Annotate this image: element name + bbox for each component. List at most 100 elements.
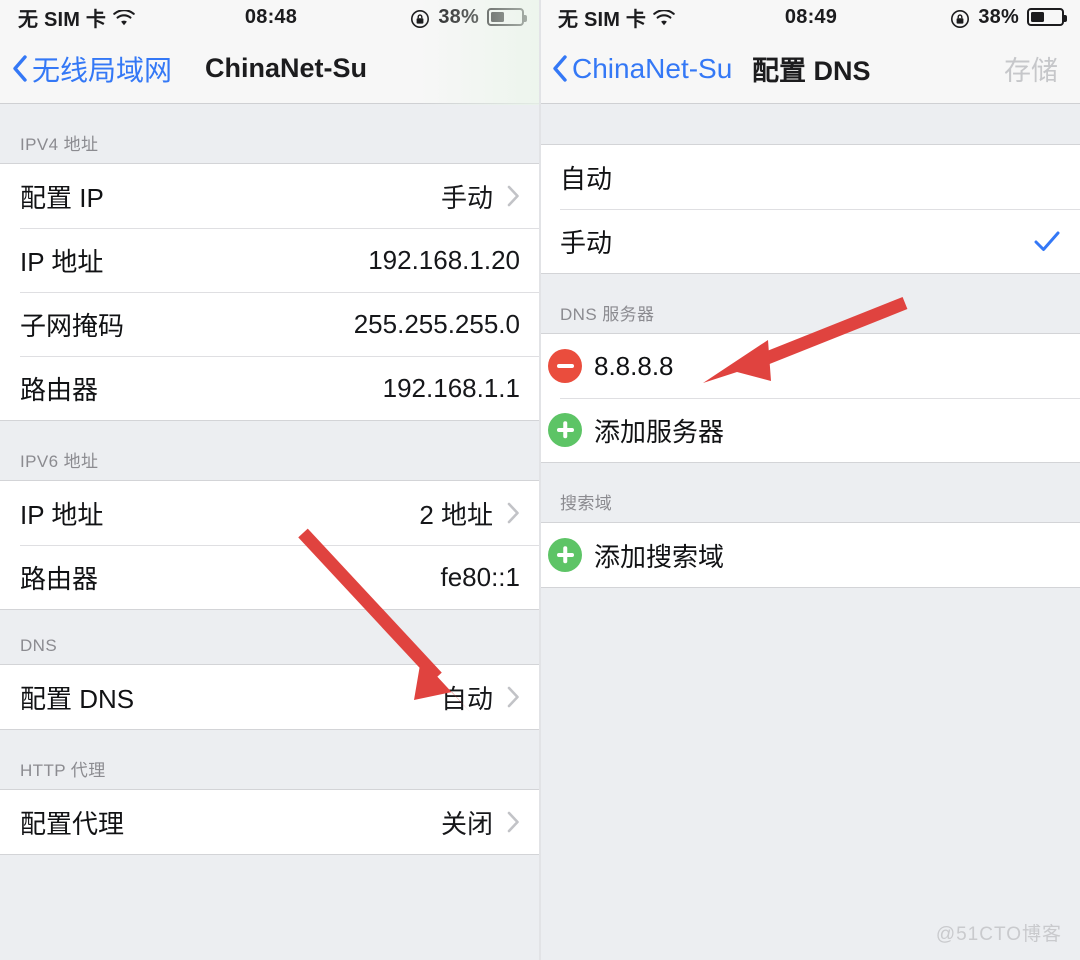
rotation-lock-icon — [950, 9, 970, 29]
row-label: 配置 DNS — [20, 683, 135, 714]
row-label: 配置 IP — [20, 182, 104, 213]
row-right: fe80::1 — [440, 562, 520, 593]
row-configure-dns[interactable]: 配置 DNS 自动 — [0, 665, 540, 729]
row-right: 关闭 — [441, 804, 520, 841]
row-label: IP 地址 — [20, 499, 104, 530]
panel-divider — [539, 0, 541, 960]
row-label: 自动 — [560, 163, 613, 194]
row-value: 手动 — [440, 182, 493, 213]
carrier-label: 无 SIM 卡 — [558, 8, 647, 31]
section-header-dns-servers: DNS 服务器 — [540, 274, 1080, 333]
watermark: @51CTO博客 — [935, 924, 1062, 945]
configure-dns-list: 自动 手动 DNS 服务器 8.8.8.8 添加服务器 搜索域 添加搜索域 — [540, 104, 1080, 588]
row-right: 自动 — [441, 679, 520, 716]
section-header-dns: DNS — [0, 610, 540, 664]
row-value: 自动 — [440, 683, 493, 714]
dns-server-address: 8.8.8.8 — [594, 350, 674, 381]
dns-mode-group: 自动 手动 — [540, 144, 1080, 274]
battery-percent-label: 38% — [438, 5, 479, 28]
chevron-right-icon — [507, 185, 520, 207]
row-right: 255.255.255.0 — [354, 309, 520, 340]
dns-servers-group: 8.8.8.8 添加服务器 — [540, 333, 1080, 463]
status-bar-clock: 08:48 — [244, 5, 298, 28]
section-header-ipv4: IPV4 地址 — [0, 104, 540, 163]
add-search-domain-label: 添加搜索域 — [594, 541, 725, 572]
status-bar-left: 无 SIM 卡 — [18, 3, 208, 32]
status-bar-left: 无 SIM 卡 — [558, 3, 748, 32]
section-group-ipv4: 配置 IP 手动 IP 地址 192.168.1.20 子网掩码 255.255… — [0, 163, 540, 421]
wifi-icon — [113, 8, 135, 27]
section-group-dns: 配置 DNS 自动 — [0, 664, 540, 730]
row-label: 路由器 — [20, 563, 99, 594]
back-button[interactable]: ChinaNet-Su — [540, 53, 732, 85]
row-value: fe80::1 — [440, 561, 520, 592]
navigation-bar: ChinaNet-Su 配置 DNS 存储 — [540, 34, 1080, 104]
section-header-ipv6: IPV6 地址 — [0, 421, 540, 480]
option-manual[interactable]: 手动 — [540, 209, 1080, 273]
carrier-label: 无 SIM 卡 — [18, 8, 107, 31]
back-button-label: ChinaNet-Su — [572, 52, 733, 84]
row-ipv6-address[interactable]: IP 地址 2 地址 — [0, 481, 540, 545]
row-value: 192.168.1.20 — [368, 244, 520, 275]
plus-circle-icon[interactable] — [548, 538, 594, 572]
navigation-bar: 无线局域网 ChinaNet-Su — [0, 34, 540, 104]
top-spacer — [540, 104, 1080, 144]
row-ipv6-router[interactable]: 路由器 fe80::1 — [0, 545, 540, 609]
row-label: 路由器 — [20, 374, 99, 405]
row-label: 子网掩码 — [20, 310, 125, 341]
page-title: ChinaNet-Su — [205, 53, 367, 83]
row-value: 255.255.255.0 — [353, 308, 520, 339]
add-server-button[interactable]: 添加服务器 — [540, 398, 1080, 462]
section-header-search-domains: 搜索域 — [540, 463, 1080, 522]
row-label: IP 地址 — [20, 246, 104, 277]
section-header-http-proxy: HTTP 代理 — [0, 730, 540, 789]
chevron-left-icon — [552, 55, 568, 82]
row-router[interactable]: 路由器 192.168.1.1 — [0, 356, 540, 420]
battery-icon — [1027, 8, 1067, 26]
chevron-right-icon — [507, 811, 520, 833]
chevron-left-icon — [12, 55, 28, 82]
minus-circle-icon[interactable] — [548, 349, 594, 383]
battery-icon — [487, 8, 527, 26]
row-right: 2 地址 — [419, 495, 520, 532]
row-value: 192.168.1.1 — [382, 372, 520, 403]
status-bar-right: 38% — [874, 5, 1067, 29]
battery-percent-label: 38% — [978, 5, 1019, 28]
row-right — [1034, 230, 1060, 252]
screenshot-root: 无 SIM 卡 08:48 38% 无线局域网 ChinaNet-Su IPV4… — [0, 0, 1080, 960]
chevron-right-icon — [507, 502, 520, 524]
section-group-http-proxy: 配置代理 关闭 — [0, 789, 540, 855]
left-screen-wifi-details: 无 SIM 卡 08:48 38% 无线局域网 ChinaNet-Su IPV4… — [0, 0, 540, 960]
row-ip-address[interactable]: IP 地址 192.168.1.20 — [0, 228, 540, 292]
status-bar-clock: 08:49 — [784, 5, 838, 28]
add-search-domain-button[interactable]: 添加搜索域 — [540, 523, 1080, 587]
checkmark-icon — [1034, 230, 1060, 252]
chevron-right-icon — [507, 686, 520, 708]
rotation-lock-icon — [410, 9, 430, 29]
search-domains-group: 添加搜索域 — [540, 522, 1080, 588]
row-configure-ip[interactable]: 配置 IP 手动 — [0, 164, 540, 228]
right-screen-configure-dns: 无 SIM 卡 08:49 38% ChinaNet-Su 配置 DNS 存储 … — [540, 0, 1080, 960]
back-button[interactable]: 无线局域网 — [0, 49, 172, 89]
back-button-label: 无线局域网 — [32, 54, 173, 86]
row-right: 192.168.1.1 — [383, 373, 520, 404]
row-value: 2 地址 — [419, 499, 493, 530]
row-right: 192.168.1.20 — [368, 245, 520, 276]
dns-server-entry[interactable]: 8.8.8.8 — [540, 334, 1080, 398]
save-button[interactable]: 存储 — [1004, 49, 1080, 88]
row-value: 关闭 — [440, 808, 493, 839]
row-right: 手动 — [441, 178, 520, 215]
settings-list: IPV4 地址 配置 IP 手动 IP 地址 192.168.1.20 子网掩码… — [0, 104, 540, 855]
row-label: 手动 — [560, 227, 613, 258]
add-server-label: 添加服务器 — [594, 416, 725, 447]
status-bar: 无 SIM 卡 08:49 38% — [540, 0, 1080, 34]
option-automatic[interactable]: 自动 — [540, 145, 1080, 209]
status-bar: 无 SIM 卡 08:48 38% — [0, 0, 540, 34]
wifi-icon — [653, 8, 675, 27]
row-label: 配置代理 — [20, 808, 125, 839]
row-configure-proxy[interactable]: 配置代理 关闭 — [0, 790, 540, 854]
row-subnet-mask[interactable]: 子网掩码 255.255.255.0 — [0, 292, 540, 356]
status-bar-right: 38% — [334, 5, 527, 29]
section-group-ipv6: IP 地址 2 地址 路由器 fe80::1 — [0, 480, 540, 610]
plus-circle-icon[interactable] — [548, 413, 594, 447]
